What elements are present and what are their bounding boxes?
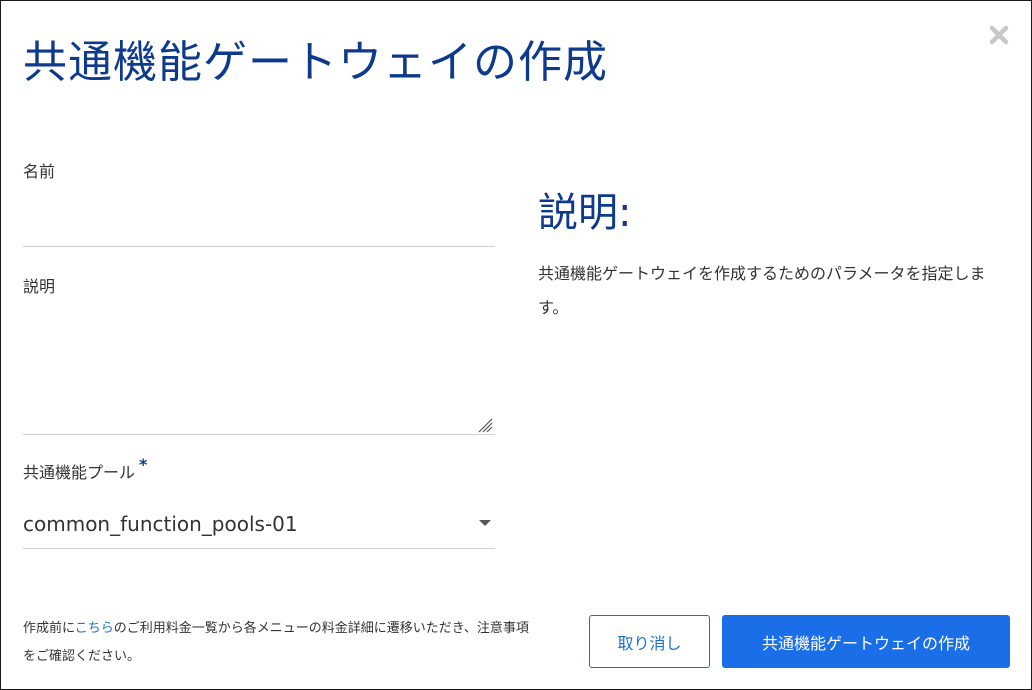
pool-label: 共通機能プール * xyxy=(23,455,147,484)
help-text: 共通機能ゲートウェイを作成するためのパラメータを指定します。 xyxy=(538,264,986,317)
pool-select-value: common_function_pools-01 xyxy=(23,512,298,536)
pricing-note: 作成前にこちらのご利用料金一覧から各メニューの料金詳細に遷移いただき、注意事項を… xyxy=(23,615,533,671)
resize-handle-icon[interactable] xyxy=(475,415,493,433)
pricing-note-prefix: 作成前に xyxy=(23,621,75,636)
create-gateway-button[interactable]: 共通機能ゲートウェイの作成 xyxy=(722,615,1010,668)
name-input[interactable] xyxy=(23,193,495,247)
description-textarea[interactable] xyxy=(23,305,495,435)
close-icon xyxy=(989,25,1009,45)
pool-select[interactable]: common_function_pools-01 xyxy=(23,501,495,549)
description-label: 説明 xyxy=(23,277,56,296)
close-button[interactable] xyxy=(985,21,1013,49)
name-label: 名前 xyxy=(23,162,56,181)
dialog-title: 共通機能ゲートウェイの作成 xyxy=(23,37,608,88)
help-title: 説明: xyxy=(538,190,632,236)
required-marker: * xyxy=(139,455,148,474)
create-gateway-dialog: 共通機能ゲートウェイの作成 名前 説明 共通機能プール * common_func… xyxy=(0,0,1032,690)
chevron-down-icon xyxy=(479,520,491,526)
cancel-button[interactable]: 取り消し xyxy=(589,615,710,668)
pricing-link[interactable]: こちら xyxy=(75,621,114,636)
pool-label-text: 共通機能プール xyxy=(23,463,136,482)
